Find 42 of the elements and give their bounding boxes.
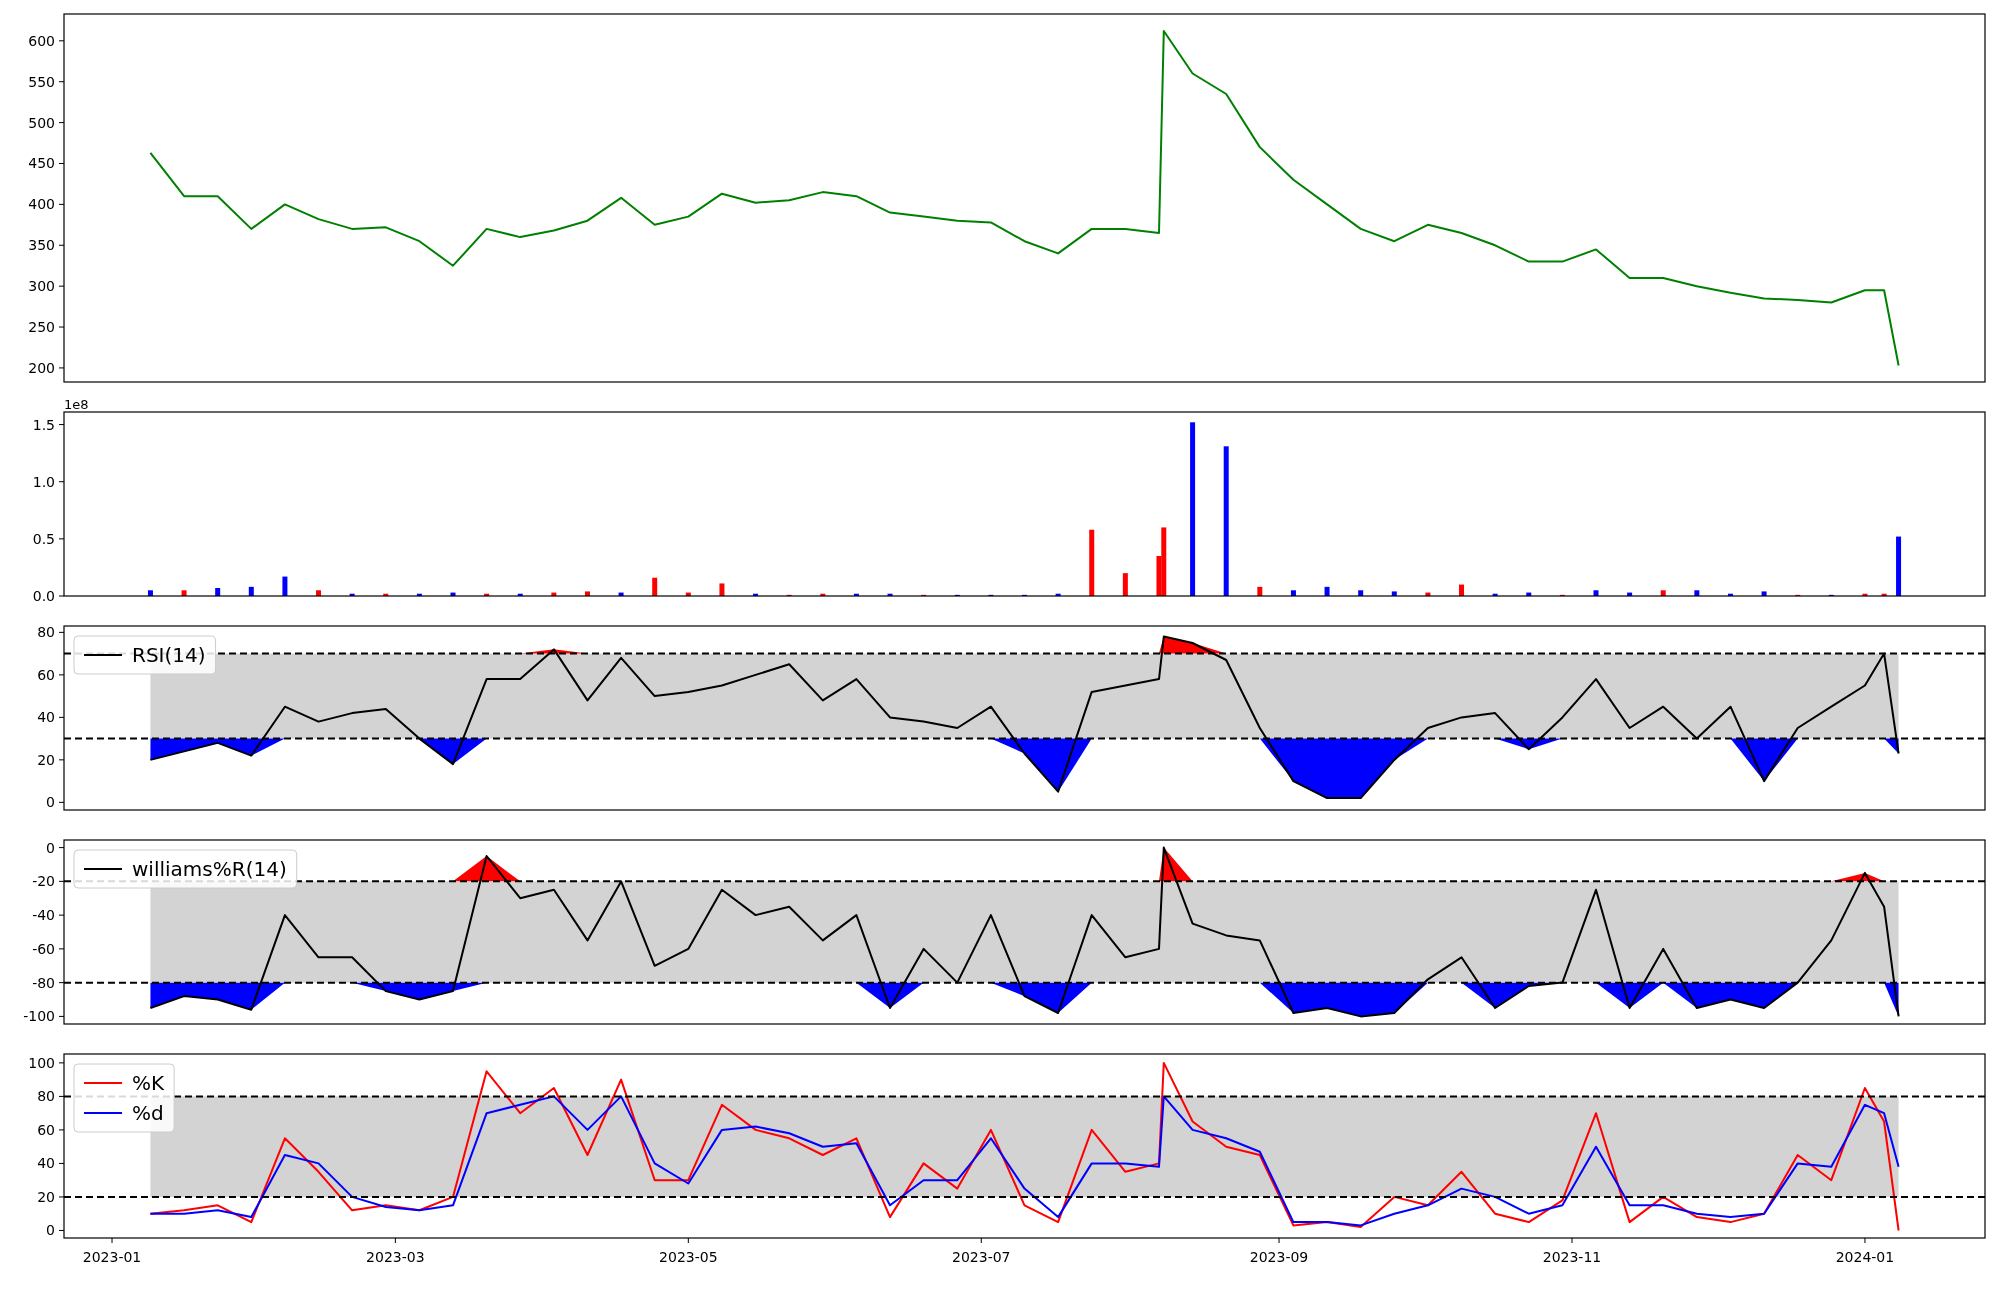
tick-label: -20 — [32, 873, 55, 890]
axis-scale-label: 1e8 — [64, 400, 89, 412]
tick-label: -100 — [23, 1008, 55, 1025]
tick-label: 60 — [37, 1121, 55, 1138]
tick-label: 1.5 — [32, 416, 55, 433]
tick-label: 2023-01 — [82, 1249, 142, 1265]
tick-label: 40 — [37, 709, 55, 726]
tick-label: 600 — [28, 32, 55, 49]
tick-label: 450 — [28, 155, 55, 172]
tick-label: -80 — [32, 974, 55, 991]
tick-label: -60 — [32, 940, 55, 957]
tick-label: 0 — [46, 839, 55, 856]
tick-label: 2024-01 — [1835, 1249, 1895, 1265]
tick-label: 0.0 — [32, 588, 55, 604]
tick-label: 250 — [28, 319, 55, 336]
tick-label: 0 — [46, 794, 55, 811]
tick-label: 2023-07 — [952, 1249, 1011, 1265]
tick-label: 20 — [37, 1188, 55, 1205]
tick-label: 0 — [46, 1222, 55, 1239]
tick-label: -40 — [32, 907, 55, 924]
legend-label: %d — [132, 1101, 164, 1125]
tick-label: 2023-03 — [366, 1249, 425, 1265]
tick-label: 20 — [37, 751, 55, 768]
legend-label: williams%R(14) — [132, 857, 287, 881]
tick-label: 400 — [28, 196, 55, 213]
tick-label: 300 — [28, 278, 55, 295]
tick-label: 2023-11 — [1542, 1249, 1602, 1265]
tick-label: 200 — [28, 359, 55, 376]
tick-label: 500 — [28, 114, 55, 131]
tick-label: 0.5 — [32, 530, 55, 547]
tick-label: 40 — [37, 1155, 55, 1172]
tick-label: 80 — [37, 624, 55, 641]
legend-label: %K — [132, 1071, 165, 1095]
tick-label: 350 — [28, 237, 55, 254]
tick-label: 2023-05 — [659, 1249, 718, 1265]
tick-label: 80 — [37, 1088, 55, 1105]
tick-label: 100 — [28, 1054, 55, 1071]
tick-label: 60 — [37, 666, 55, 683]
tick-label: 1.0 — [32, 473, 55, 490]
legend-label: RSI(14) — [132, 643, 206, 667]
tick-label: 2023-09 — [1249, 1249, 1309, 1265]
tick-label: 550 — [28, 73, 55, 90]
